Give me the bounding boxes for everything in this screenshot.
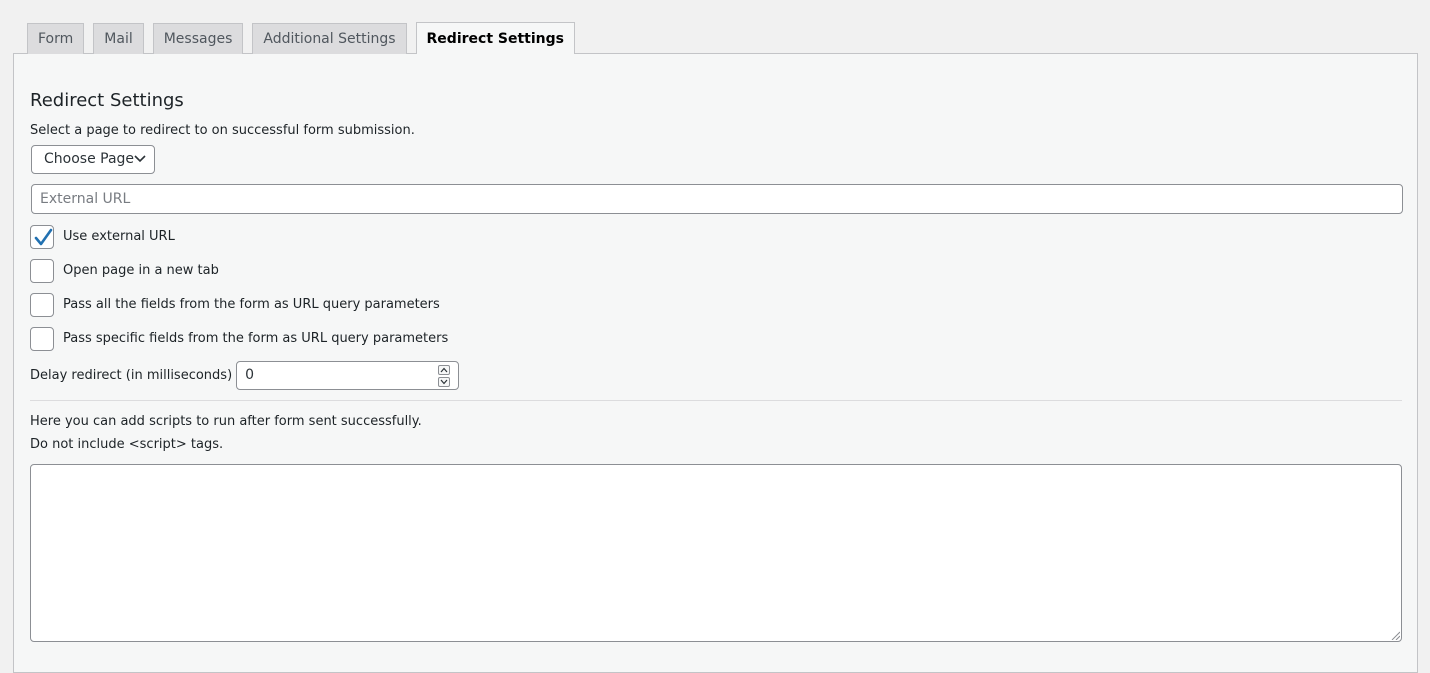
spinner-down-button[interactable] (438, 377, 451, 387)
pass-specific-fields-checkbox[interactable] (30, 326, 54, 351)
scripts-help-text: Here you can add scripts to run after fo… (30, 414, 422, 429)
option-pass-specific-fields: Pass specific fields from the form as UR… (30, 326, 448, 351)
resize-grip-icon[interactable] (1390, 630, 1400, 640)
external-url-input[interactable] (31, 184, 1403, 214)
section-description: Select a page to redirect to on successf… (30, 123, 415, 138)
tab-bar: Form Mail Messages Additional Settings R… (27, 22, 584, 54)
tab-additional-settings[interactable]: Additional Settings (252, 23, 407, 54)
scripts-textarea[interactable] (30, 464, 1402, 642)
pass-all-fields-label: Pass all the fields from the form as URL… (63, 297, 440, 312)
scripts-warning-text: Do not include <script> tags. (30, 437, 224, 452)
checkmark-icon (34, 228, 53, 245)
choose-page-value: Choose Page (44, 151, 135, 167)
option-use-external-url: Use external URL (30, 224, 175, 249)
section-title: Redirect Settings (30, 90, 184, 111)
pass-specific-fields-label: Pass specific fields from the form as UR… (63, 331, 449, 346)
use-external-url-checkbox[interactable] (30, 224, 54, 249)
option-open-new-tab: Open page in a new tab (30, 258, 219, 283)
open-new-tab-checkbox[interactable] (30, 258, 54, 283)
chevron-down-icon (440, 379, 448, 385)
option-pass-all-fields: Pass all the fields from the form as URL… (30, 292, 440, 317)
delay-redirect-row: Delay redirect (in milliseconds) 0 (30, 361, 460, 390)
use-external-url-label: Use external URL (63, 229, 175, 244)
pass-all-fields-checkbox[interactable] (30, 292, 54, 317)
number-spinner (438, 365, 451, 387)
delay-redirect-label: Delay redirect (in milliseconds) (30, 368, 233, 383)
tab-messages[interactable]: Messages (152, 23, 244, 54)
tab-mail[interactable]: Mail (93, 23, 144, 54)
open-new-tab-label: Open page in a new tab (63, 263, 219, 278)
tab-redirect-settings[interactable]: Redirect Settings (415, 22, 575, 54)
divider (30, 400, 1402, 401)
delay-redirect-value: 0 (245, 367, 255, 383)
tab-form[interactable]: Form (27, 23, 85, 54)
choose-page-select[interactable]: Choose Page (31, 145, 155, 174)
chevron-up-icon (440, 367, 448, 373)
delay-redirect-input[interactable]: 0 (236, 361, 460, 390)
chevron-down-icon (134, 155, 146, 163)
spinner-up-button[interactable] (438, 365, 451, 375)
